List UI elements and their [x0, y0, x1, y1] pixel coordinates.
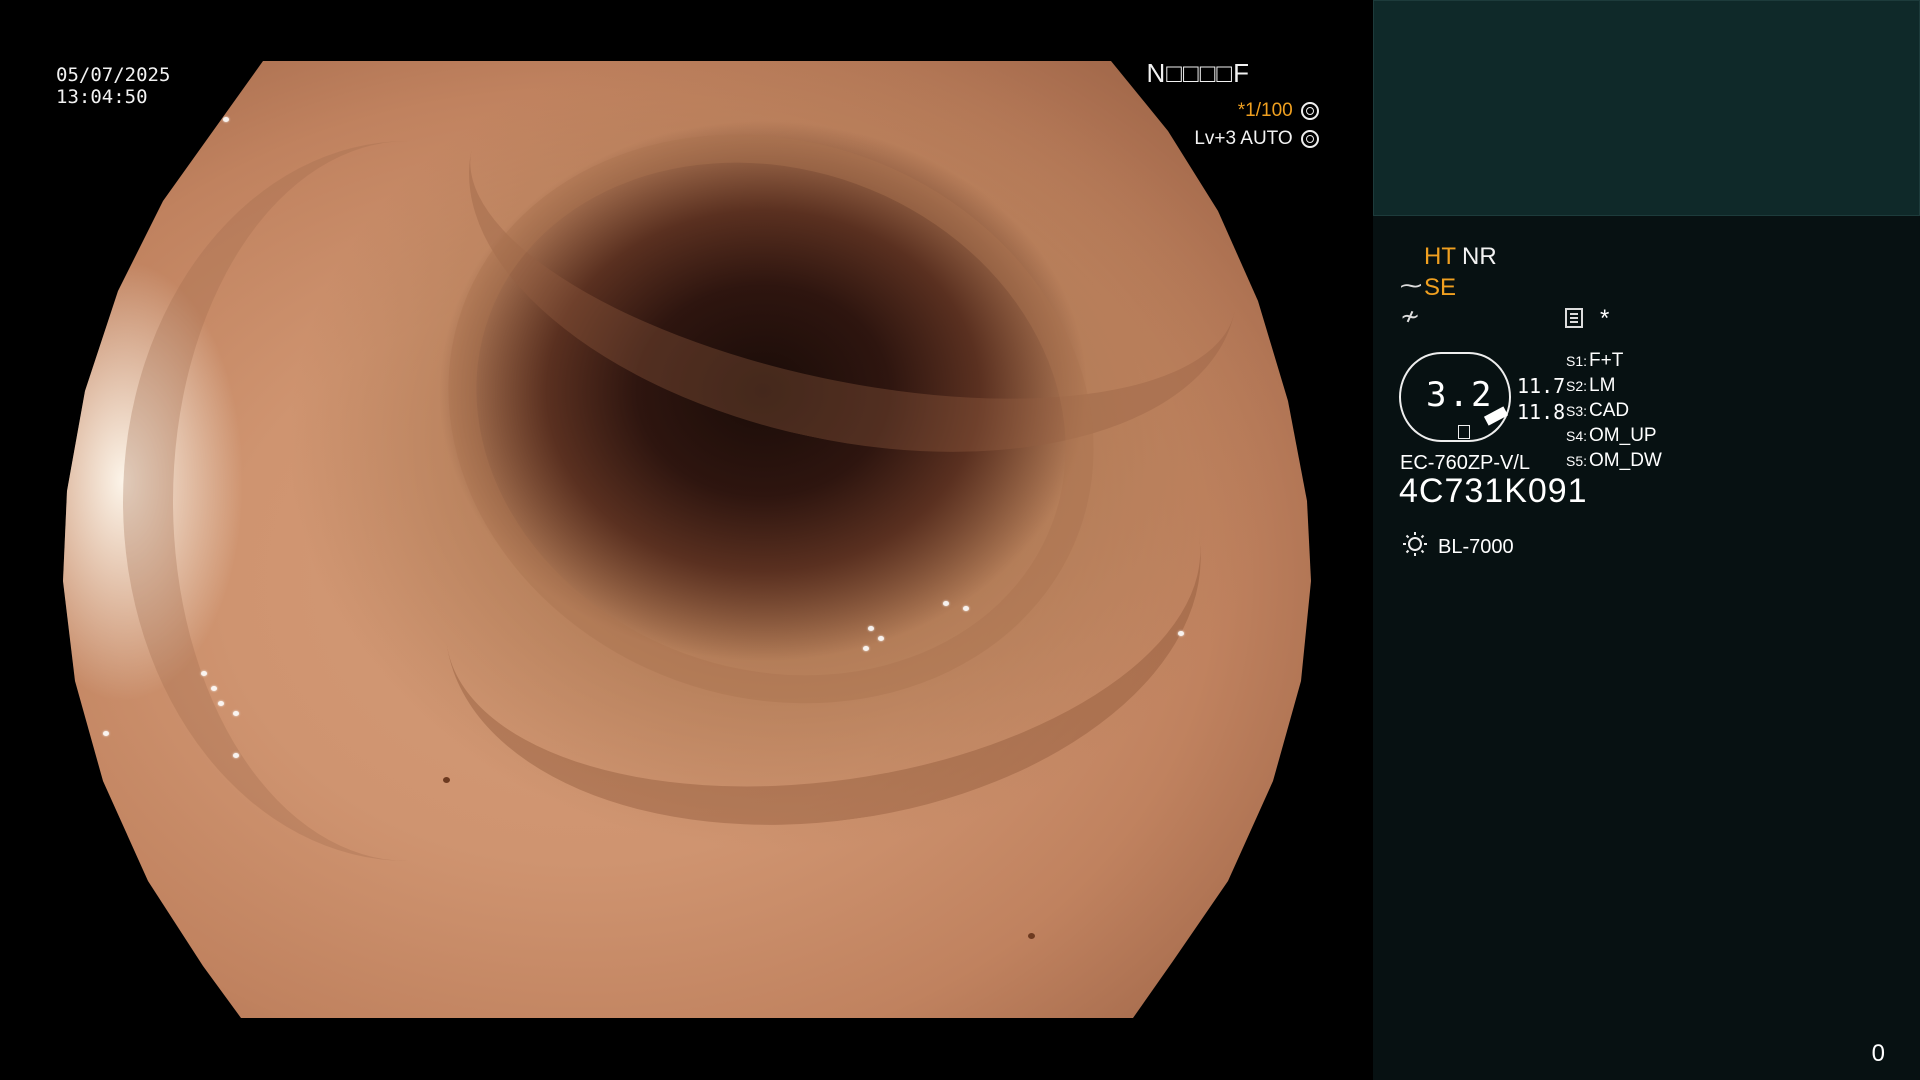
switch-s5: S5: OM_DW: [1566, 450, 1662, 471]
ht-label: HT: [1424, 243, 1456, 270]
switch-s3: S3: CAD: [1566, 400, 1630, 421]
time-text: 13:04:50: [56, 86, 148, 108]
zoom-value: 3.2: [1426, 375, 1494, 415]
patient-id: N□□□□F: [1146, 58, 1250, 88]
freeze-icon: ≁: [1400, 303, 1421, 330]
bubble: [878, 636, 884, 641]
level-text: Lv+3 AUTO: [1194, 128, 1293, 149]
bubble: [233, 711, 239, 716]
zoom-lower-value: 11.8: [1517, 400, 1566, 424]
menu-icon: [1565, 308, 1583, 328]
mucosal-spot: [443, 777, 450, 783]
bubble: [868, 626, 874, 631]
bubble: [223, 117, 229, 122]
shutter-speed: *1/100: [1238, 100, 1319, 122]
bubble: [963, 606, 969, 611]
mucosal-fold-upper: [427, 61, 1279, 518]
lumen-rim: [367, 61, 1175, 793]
scope-serial: 4C731K091: [1399, 472, 1588, 510]
shutter-icon: [1301, 101, 1319, 120]
se-label: SE: [1424, 274, 1457, 301]
date-time: 05/07/2025 13:04:50: [56, 64, 170, 108]
nr-label: NR: [1462, 243, 1497, 270]
asterisk-mark: *: [1600, 305, 1610, 332]
switch-s1: S1: F+T: [1566, 350, 1624, 371]
date-text: 05/07/2025: [56, 64, 171, 86]
bubble: [218, 701, 224, 706]
bubble: [201, 671, 207, 676]
bubble: [233, 753, 239, 758]
zoom-notch-icon: [1458, 425, 1470, 439]
switch-s4: S4: OM_UP: [1566, 425, 1657, 446]
se-scope-icon: ⁓: [1400, 273, 1422, 298]
bubble: [943, 601, 949, 606]
auto-ring-icon: [1301, 129, 1319, 148]
endoscope-image: [63, 61, 1311, 1018]
zoom-upper-value: 11.7: [1517, 374, 1566, 398]
light-source-icon: [1403, 532, 1427, 556]
bubble: [1178, 631, 1184, 636]
bubble: [211, 686, 217, 691]
mucosal-spot: [1028, 933, 1035, 939]
bubble: [863, 646, 869, 651]
light-source-model: BL-7000: [1438, 536, 1514, 558]
mucosal-fold-lower: [414, 310, 1232, 872]
shutter-text: *1/100: [1237, 100, 1293, 121]
bubble: [103, 731, 109, 736]
image-counter: 0: [1871, 1040, 1885, 1067]
brightness-level: Lv+3 AUTO: [1194, 128, 1319, 150]
thumbnail-area: [1373, 0, 1920, 216]
mucosal-fold-left: [123, 141, 693, 861]
switch-s2: S2: LM: [1566, 375, 1616, 396]
